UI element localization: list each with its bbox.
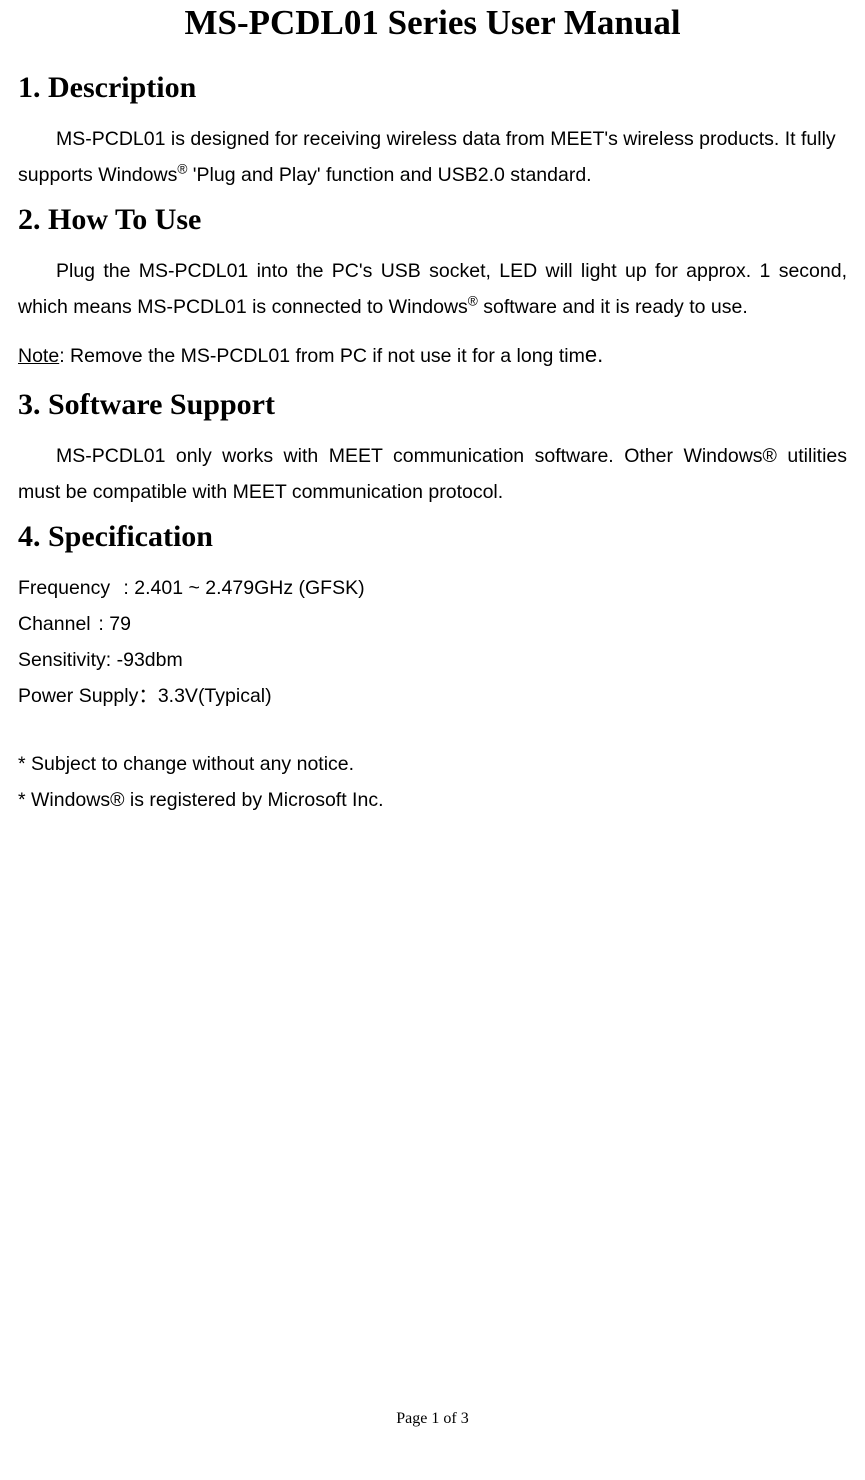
section-4-heading: 4. Specification — [18, 520, 847, 554]
section-3-paragraph: MS-PCDL01 only works with MEET communica… — [18, 438, 847, 510]
section-3-heading: 3. Software Support — [18, 388, 847, 422]
note-text: : Remove the MS-PCDL01 from PC if not us… — [59, 345, 585, 367]
section-1-paragraph: MS-PCDL01 is designed for receiving wire… — [18, 121, 847, 193]
section-2-heading: 2. How To Use — [18, 203, 847, 237]
page-number: Page 1 of 3 — [0, 1410, 865, 1428]
spec-channel: Channel : 79 — [18, 606, 847, 642]
s1-text-b: 'Plug and Play' function and USB2.0 stan… — [187, 164, 591, 186]
s2-text-b: software and it is ready to use. — [478, 296, 748, 318]
spec-frequency-value: : 2.401 ~ 2.479GHz (GFSK) — [123, 577, 364, 599]
spec-sensitivity: Sensitivity: -93dbm — [18, 642, 847, 678]
registered-mark: ® — [468, 294, 478, 309]
spec-channel-value: : 79 — [98, 613, 131, 635]
footnotes: * Subject to change without any notice. … — [18, 746, 847, 818]
spec-power-value: ：3.3V(Typical) — [138, 685, 271, 707]
document-title: MS-PCDL01 Series User Manual — [18, 3, 847, 43]
section-1-heading: 1. Description — [18, 71, 847, 105]
spec-sensitivity-label: Sensitivity — [18, 649, 106, 671]
spec-power-label: Power Supply — [18, 685, 138, 707]
note-end: e. — [585, 342, 603, 367]
spec-power: Power Supply：3.3V(Typical) — [18, 678, 847, 714]
section-2-paragraph: Plug the MS-PCDL01 into the PC's USB soc… — [18, 253, 847, 325]
spec-sensitivity-value: : -93dbm — [106, 649, 183, 671]
registered-mark: ® — [177, 162, 187, 177]
footnote-2: * Windows® is registered by Microsoft In… — [18, 782, 847, 818]
specification-list: Frequency : 2.401 ~ 2.479GHz (GFSK) Chan… — [18, 570, 847, 714]
section-2-note: Note: Remove the MS-PCDL01 from PC if no… — [18, 335, 847, 376]
footnote-1: * Subject to change without any notice. — [18, 746, 847, 782]
spec-channel-label: Channel — [18, 606, 93, 642]
note-label: Note — [18, 345, 59, 367]
spec-frequency-label: Frequency — [18, 570, 118, 606]
spec-frequency: Frequency : 2.401 ~ 2.479GHz (GFSK) — [18, 570, 847, 606]
